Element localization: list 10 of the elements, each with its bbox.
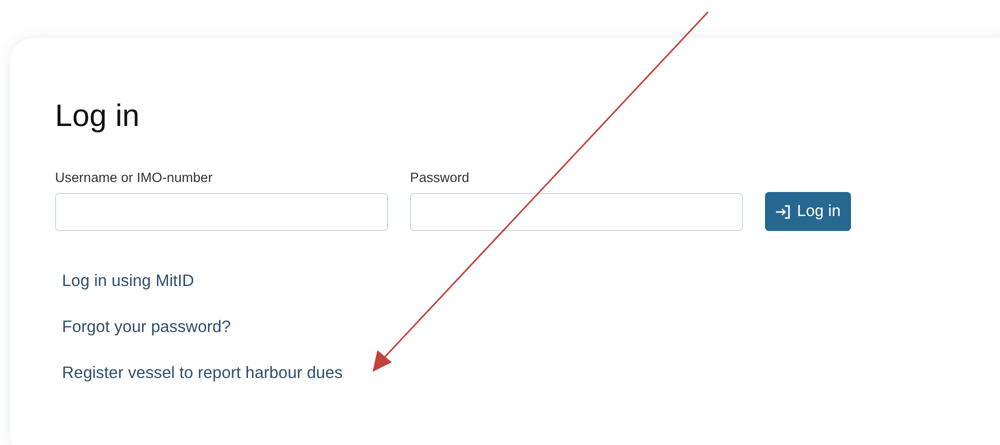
field-label: Password	[410, 169, 470, 187]
text-link[interactable]: Forgot your password?	[62, 315, 231, 339]
page-title: Log in	[55, 97, 140, 135]
login-button[interactable]: Log in	[765, 192, 851, 231]
input-field[interactable]	[410, 193, 743, 231]
text-link[interactable]: Log in using MitID	[62, 269, 194, 293]
field-label: Username or IMO-number	[55, 169, 214, 187]
text-link[interactable]: Register vessel to report harbour dues	[62, 361, 343, 385]
login-icon	[775, 204, 791, 220]
input-field[interactable]	[55, 193, 388, 231]
